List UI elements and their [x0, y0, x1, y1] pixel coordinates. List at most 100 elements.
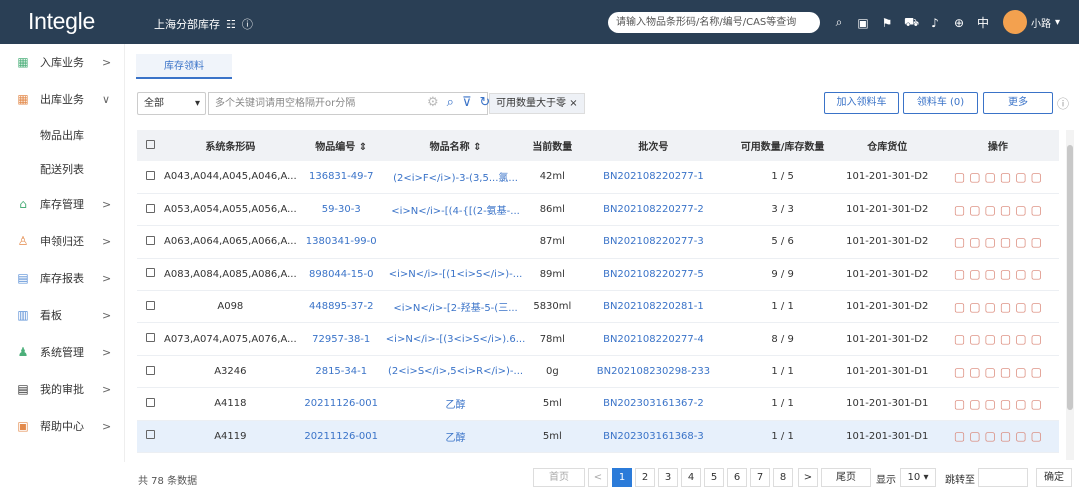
table-row[interactable]: A4118 20211126-001 乙醇 5ml BN202303161367-2 1 …	[137, 387, 1059, 421]
delete-icon[interactable]: ▢	[1015, 429, 1026, 443]
sidebar-item-outbound[interactable]: ▦ 出库业务 ∨	[0, 81, 125, 117]
search-detail-icon[interactable]: ▢	[969, 300, 980, 314]
table-cell[interactable]	[385, 225, 526, 259]
return-icon[interactable]: ▢	[985, 365, 996, 379]
delete-icon[interactable]: ▢	[1015, 267, 1026, 281]
user-menu[interactable]: 小路 ▾	[1003, 10, 1060, 34]
return-icon[interactable]: ▢	[985, 235, 996, 249]
table-cell[interactable]: 898044-15-0	[296, 258, 386, 292]
gift-icon[interactable]: ▢	[1000, 300, 1011, 314]
row-checkbox[interactable]	[146, 300, 155, 310]
add-to-cart-button[interactable]: 加入领料车	[824, 92, 899, 114]
table-cell[interactable]: 20211126-001	[296, 420, 386, 454]
goto-page-input[interactable]	[978, 468, 1028, 487]
delete-icon[interactable]: ▢	[1015, 365, 1026, 379]
search-detail-icon[interactable]: ▢	[969, 397, 980, 411]
table-cell[interactable]: BN202108220277-5	[579, 258, 728, 292]
row-checkbox[interactable]	[146, 365, 155, 375]
delete-icon[interactable]: ▢	[1015, 235, 1026, 249]
bell-icon[interactable]: ♪	[928, 16, 942, 30]
page-button[interactable]: 6	[727, 468, 747, 487]
column-header[interactable]: 物品名称 ⇕	[385, 130, 526, 161]
table-cell[interactable]: <i>N</i>-[(1<i>S</i>)-...	[385, 258, 526, 292]
more-button[interactable]: 更多	[983, 92, 1053, 114]
delete-icon[interactable]: ▢	[1015, 300, 1026, 314]
table-cell[interactable]: <i>N</i>-[(3<i>S</i>).6...	[385, 322, 526, 356]
home-icon[interactable]: ▢	[1031, 429, 1042, 443]
prev-page-button[interactable]: <	[588, 468, 608, 487]
sidebar-item-system[interactable]: ♟ 系统管理 >	[0, 334, 125, 370]
picking-cart-button[interactable]: 领料车 (0)	[903, 92, 978, 114]
table-row[interactable]: A073,A074,A075,A076,A... 72957-38-1 <i>N</…	[137, 322, 1059, 356]
delete-icon[interactable]: ▢	[1015, 397, 1026, 411]
gift-icon[interactable]: ▢	[1000, 203, 1011, 217]
gift-icon[interactable]: ▢	[1000, 170, 1011, 184]
return-icon[interactable]: ▢	[985, 170, 996, 184]
search-icon[interactable]: ⌕	[447, 95, 454, 110]
row-checkbox[interactable]	[146, 235, 155, 245]
table-row[interactable]: A3246 2815-34-1 (2<i>S</i>,5<i>R</i>)-... 0…	[137, 355, 1059, 389]
sidebar-item-board[interactable]: ▥ 看板 >	[0, 297, 125, 333]
table-row[interactable]: A4119 20211126-001 乙醇 5ml BN202303161368-3 1 …	[137, 420, 1059, 454]
scope-select[interactable]: 全部	[137, 92, 206, 115]
table-row[interactable]: A083,A084,A085,A086,A... 898044-15-0 <i>N<…	[137, 258, 1059, 292]
apply-icon[interactable]: ▢	[954, 170, 965, 184]
page-button[interactable]: 8	[773, 468, 793, 487]
row-checkbox[interactable]	[146, 397, 155, 407]
gift-icon[interactable]: ▢	[1000, 429, 1011, 443]
table-cell[interactable]: BN202108230298-233	[579, 355, 728, 389]
filter-icon[interactable]: ⊽	[462, 95, 472, 110]
home-icon[interactable]: ▢	[1031, 300, 1042, 314]
page-size-select[interactable]: 10 ▾	[900, 468, 936, 487]
table-cell[interactable]: <i>N</i>-[(4-{[(2-氨基-...	[385, 193, 526, 227]
scan-icon[interactable]: ▣	[856, 16, 870, 30]
return-icon[interactable]: ▢	[985, 300, 996, 314]
sidebar-item-approval[interactable]: ▤ 我的审批 >	[0, 371, 125, 407]
gift-icon[interactable]: ▢	[1000, 365, 1011, 379]
table-cell[interactable]: 1380341-99-0	[296, 225, 386, 259]
return-icon[interactable]: ▢	[985, 267, 996, 281]
table-cell[interactable]: BN202108220277-1	[579, 161, 728, 194]
gift-icon[interactable]: ▢	[1000, 332, 1011, 346]
select-all-checkbox[interactable]	[146, 139, 155, 149]
confirm-button[interactable]: 确定	[1036, 468, 1072, 487]
search-detail-icon[interactable]: ▢	[969, 267, 980, 281]
company-selector[interactable]: 上海分部库存 ☷ ⓘ	[154, 16, 253, 32]
sidebar-item-help[interactable]: ▣ 帮助中心 >	[0, 408, 125, 444]
search-detail-icon[interactable]: ▢	[969, 170, 980, 184]
sidebar-item-inbound[interactable]: ▦ 入库业务 >	[0, 44, 125, 80]
table-cell[interactable]: BN202108220277-4	[579, 322, 728, 356]
table-cell[interactable]: BN202108220277-3	[579, 225, 728, 259]
row-checkbox[interactable]	[146, 268, 155, 278]
table-cell[interactable]: BN202108220281-1	[579, 290, 728, 324]
delete-icon[interactable]: ▢	[1015, 170, 1026, 184]
table-cell[interactable]: BN202303161367-2	[579, 387, 728, 421]
home-icon[interactable]: ▢	[1031, 203, 1042, 217]
next-page-button[interactable]: >	[798, 468, 818, 487]
last-page-button[interactable]: 尾页	[821, 468, 871, 487]
sidebar-sub-delivery[interactable]: 配送列表	[0, 154, 125, 186]
table-cell[interactable]: 20211126-001	[296, 387, 386, 421]
table-row[interactable]: A043,A044,A045,A046,A... 136831-49-7 (2<i>…	[137, 161, 1059, 194]
tab-stock-picking[interactable]: 库存领料	[136, 54, 232, 79]
help-icon[interactable]: ⓘ	[1057, 95, 1069, 112]
home-icon[interactable]: ▢	[1031, 397, 1042, 411]
delete-icon[interactable]: ▢	[1015, 332, 1026, 346]
globe-icon[interactable]: ⊕	[952, 16, 966, 30]
apply-icon[interactable]: ▢	[954, 203, 965, 217]
page-button[interactable]: 4	[681, 468, 701, 487]
apply-icon[interactable]: ▢	[954, 235, 965, 249]
table-cell[interactable]: 59-30-3	[296, 193, 386, 227]
return-icon[interactable]: ▢	[985, 332, 996, 346]
table-row[interactable]: A063,A064,A065,A066,A... 1380341-99-0 87ml…	[137, 225, 1059, 259]
table-cell[interactable]: 72957-38-1	[296, 322, 386, 356]
filter-settings-icon[interactable]: ☷	[226, 18, 236, 31]
page-button[interactable]: 5	[704, 468, 724, 487]
table-cell[interactable]: 2815-34-1	[296, 355, 386, 389]
table-cell[interactable]: (2<i>F</i>)-3-(3,5...氯...	[385, 161, 526, 194]
language-label[interactable]: 中	[976, 14, 990, 31]
column-header[interactable]: 物品编号 ⇕	[296, 130, 386, 161]
close-icon[interactable]: ×	[569, 98, 577, 109]
gift-icon[interactable]: ▢	[1000, 267, 1011, 281]
help-icon[interactable]: ⓘ	[242, 16, 253, 32]
